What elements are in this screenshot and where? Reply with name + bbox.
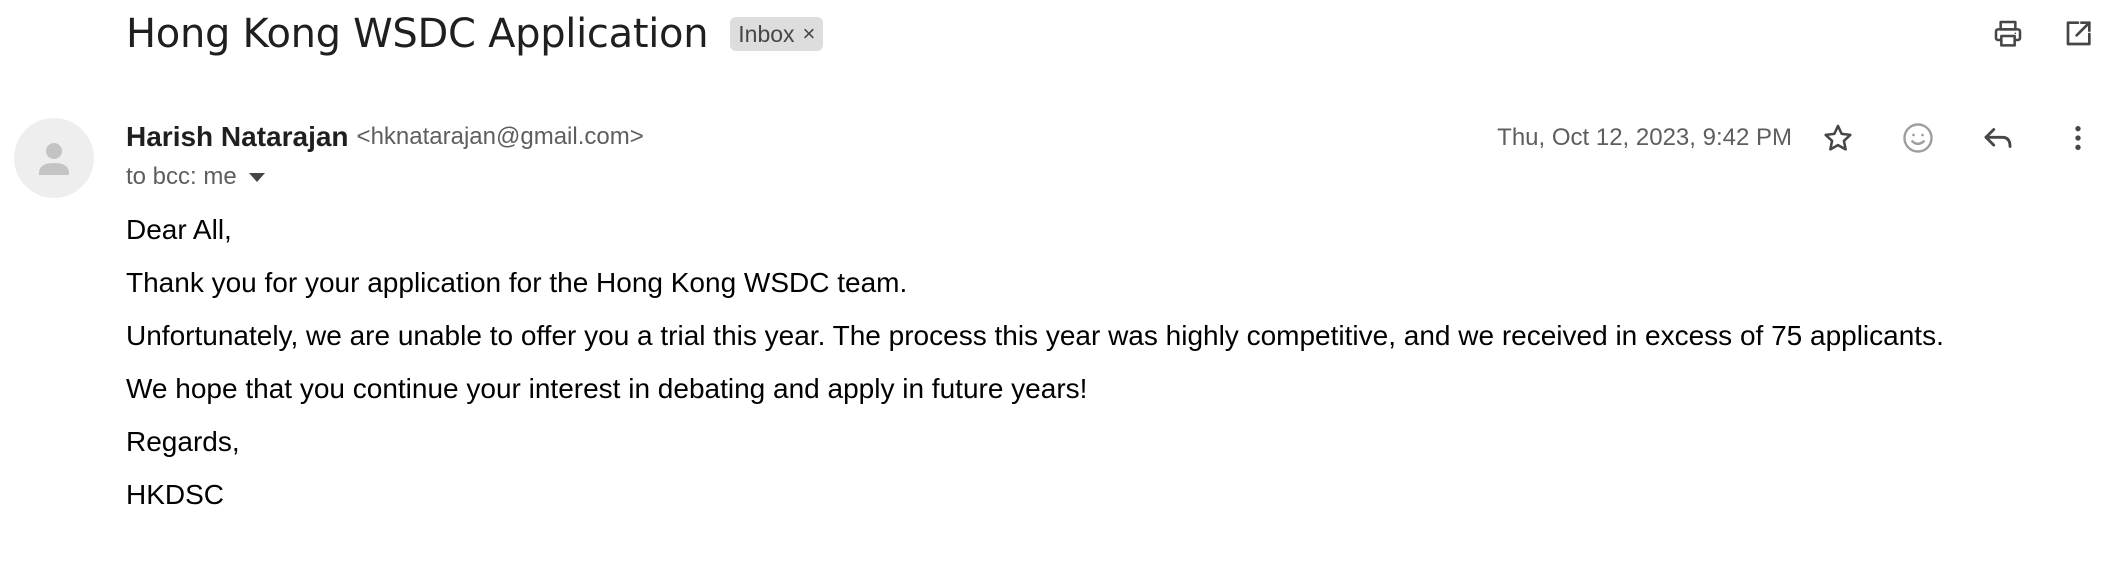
more-options-button[interactable] (2058, 118, 2098, 158)
sender-email: <hknatarajan@gmail.com> (356, 123, 644, 150)
sender-avatar[interactable] (14, 118, 94, 198)
recipient-text: to bcc: me (126, 163, 237, 190)
email-body: Dear All, Thank you for your application… (126, 208, 1944, 526)
sender-name[interactable]: Harish Natarajan (126, 121, 349, 153)
reply-button[interactable] (1978, 118, 2018, 158)
email-subject: Hong Kong WSDC Application (126, 11, 709, 57)
inbox-label-chip[interactable]: Inbox × (730, 17, 824, 51)
reply-icon (1984, 128, 2012, 148)
remove-label-icon[interactable]: × (803, 17, 816, 51)
subject-row: Hong Kong WSDC Application Inbox × (126, 4, 824, 64)
recipient-details-toggle[interactable]: to bcc: me (126, 162, 265, 192)
body-line: Unfortunately, we are unable to offer yo… (126, 320, 1944, 351)
body-line: Regards, (126, 426, 240, 457)
email-view: Hong Kong WSDC Application Inbox × Haris… (0, 0, 2108, 584)
body-line: Thank you for your application for the H… (126, 267, 908, 298)
body-line: HKDSC (126, 479, 225, 510)
more-vert-icon (2075, 126, 2081, 150)
emoji-icon (1903, 123, 1933, 153)
body-line: We hope that you continue your interest … (126, 373, 1088, 404)
sender-row: Harish Natarajan <hknatarajan@gmail.com> (126, 118, 644, 156)
star-icon (1824, 124, 1852, 151)
message-actions: Thu, Oct 12, 2023, 9:42 PM (1497, 118, 2098, 158)
star-button[interactable] (1818, 118, 1858, 158)
open-in-new-window-button[interactable] (2058, 14, 2098, 54)
print-icon (1994, 20, 2022, 47)
caret-down-icon[interactable] (248, 172, 265, 182)
add-reaction-button[interactable] (1898, 118, 1938, 158)
person-icon (39, 143, 69, 175)
message-date: Thu, Oct 12, 2023, 9:42 PM (1497, 124, 1792, 151)
body-line: Dear All, (126, 214, 232, 245)
open-in-new-window-icon (2066, 21, 2091, 46)
top-actions (1988, 14, 2098, 54)
label-chip-text: Inbox (738, 21, 795, 47)
print-button[interactable] (1988, 14, 2028, 54)
